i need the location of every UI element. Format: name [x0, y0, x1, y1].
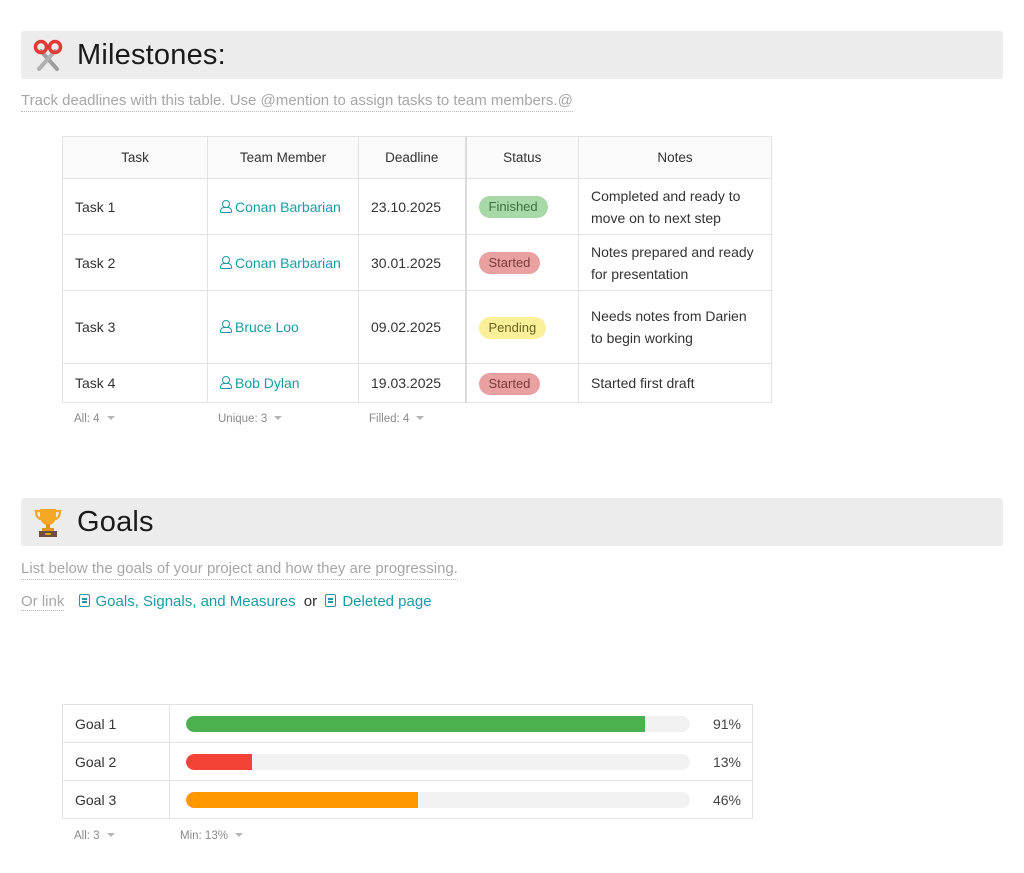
- person-icon: [220, 255, 232, 269]
- milestones-title: Milestones:: [77, 38, 226, 71]
- table-row: Task 4 Bob Dylan 19.03.2025 Started Star…: [62, 363, 772, 403]
- progress-track: [186, 753, 690, 770]
- table-row: Task 1 Conan Barbarian 23.10.2025 Finish…: [62, 178, 772, 235]
- goal-row: Goal 1 91%: [62, 704, 753, 743]
- progress-track: [186, 715, 690, 732]
- notes-cell[interactable]: Started first draft: [578, 363, 772, 403]
- goal-progress-cell[interactable]: 13%: [169, 742, 753, 781]
- milestones-table: Task Team Member Deadline Status Notes T…: [62, 136, 772, 403]
- goal-progress-cell[interactable]: 91%: [169, 704, 753, 743]
- column-header-notes[interactable]: Notes: [578, 136, 772, 179]
- or-link-label[interactable]: Or link: [21, 593, 65, 611]
- goal-name-cell[interactable]: Goal 3: [62, 780, 170, 819]
- link-label: Goals, Signals, and Measures: [95, 593, 296, 610]
- trophy-icon: [33, 506, 63, 538]
- status-cell[interactable]: Started: [464, 363, 579, 403]
- column-header-status[interactable]: Status: [464, 136, 579, 179]
- goals-hint[interactable]: List below the goals of your project and…: [21, 559, 458, 580]
- member-name: Bruce Loo: [235, 319, 299, 335]
- deadline-cell[interactable]: 09.02.2025: [358, 290, 466, 364]
- milestones-hint[interactable]: Track deadlines with this table. Use @me…: [21, 91, 573, 112]
- milestones-header: Milestones:: [21, 31, 1003, 79]
- caret-down-icon: [274, 416, 283, 420]
- summary-member[interactable]: Unique: 3: [218, 413, 283, 425]
- caret-down-icon: [234, 833, 243, 837]
- summary-goal-count[interactable]: All: 3: [74, 830, 115, 842]
- notes-cell[interactable]: Needs notes from Darien to begin working: [578, 290, 772, 364]
- table-row: Task 2 Conan Barbarian 30.01.2025 Starte…: [62, 234, 772, 291]
- goals-title: Goals: [77, 505, 154, 538]
- task-cell[interactable]: Task 1: [62, 178, 208, 235]
- summary-task-label: All: 4: [74, 413, 100, 425]
- summary-deadline-label: Filled: 4: [369, 413, 410, 425]
- person-icon: [220, 320, 232, 333]
- summary-goal-min-label: Min: 13%: [180, 830, 228, 842]
- progress-track: [186, 791, 690, 808]
- member-mention[interactable]: Conan Barbarian: [220, 199, 341, 215]
- document-icon: [325, 594, 337, 607]
- status-badge: Started: [478, 252, 541, 274]
- summary-deadline[interactable]: Filled: 4: [369, 413, 425, 425]
- progress-fill: [186, 715, 645, 732]
- deadline-cell[interactable]: 23.10.2025: [358, 178, 466, 235]
- link-label: Deleted page: [342, 593, 432, 610]
- progress-percent: 13%: [712, 753, 741, 770]
- caret-down-icon: [416, 416, 425, 420]
- member-mention[interactable]: Bruce Loo: [220, 319, 299, 335]
- status-cell[interactable]: Pending: [464, 290, 579, 364]
- notes-cell[interactable]: Notes prepared and ready for presentatio…: [578, 234, 772, 291]
- caret-down-icon: [106, 416, 115, 420]
- member-name: Conan Barbarian: [235, 254, 341, 271]
- person-icon: [220, 376, 232, 389]
- table-header-row: Task Team Member Deadline Status Notes: [62, 136, 772, 179]
- table-row: Task 3 Bruce Loo 09.02.2025 Pending Need…: [62, 290, 772, 364]
- summary-task[interactable]: All: 4: [74, 413, 115, 425]
- caret-down-icon: [106, 833, 115, 837]
- member-cell[interactable]: Conan Barbarian: [207, 234, 359, 291]
- status-badge: Started: [478, 372, 541, 395]
- summary-goal-min[interactable]: Min: 13%: [180, 830, 243, 842]
- status-cell[interactable]: Started: [464, 234, 579, 291]
- member-mention[interactable]: Conan Barbarian: [220, 255, 341, 271]
- goal-progress-cell[interactable]: 46%: [169, 780, 753, 819]
- progress-percent: 91%: [712, 715, 741, 732]
- goal-name-cell[interactable]: Goal 1: [62, 704, 170, 743]
- link-separator: or: [303, 593, 318, 610]
- task-cell[interactable]: Task 3: [62, 290, 208, 364]
- goals-header: Goals: [21, 498, 1003, 546]
- status-cell[interactable]: Finished: [464, 178, 579, 235]
- deleted-page-link[interactable]: Deleted page: [325, 593, 432, 610]
- deadline-cell[interactable]: 19.03.2025: [358, 363, 466, 403]
- member-name: Conan Barbarian: [235, 198, 341, 215]
- member-mention[interactable]: Bob Dylan: [220, 375, 300, 391]
- notes-cell[interactable]: Completed and ready to move on to next s…: [578, 178, 772, 235]
- deadline-cell[interactable]: 30.01.2025: [358, 234, 466, 291]
- document-icon: [78, 594, 90, 607]
- person-icon: [220, 199, 232, 213]
- member-cell[interactable]: Bruce Loo: [207, 290, 359, 364]
- member-cell[interactable]: Bob Dylan: [207, 363, 359, 403]
- status-badge: Finished: [478, 196, 548, 218]
- goal-name-cell[interactable]: Goal 2: [62, 742, 170, 781]
- scissors-icon: [33, 39, 63, 71]
- member-name: Bob Dylan: [235, 375, 300, 391]
- status-badge: Pending: [478, 316, 547, 339]
- column-header-team-member[interactable]: Team Member: [207, 136, 359, 179]
- goals-table: Goal 1 91% Goal 2 13% Goal 3 46%: [62, 704, 753, 819]
- task-cell[interactable]: Task 2: [62, 234, 208, 291]
- progress-percent: 46%: [712, 791, 741, 808]
- summary-goal-count-label: All: 3: [74, 830, 100, 842]
- column-header-task[interactable]: Task: [62, 136, 208, 179]
- goals-links-line: Or link Goals, Signals, and Measures or …: [21, 592, 432, 611]
- progress-fill: [186, 753, 252, 770]
- goals-signals-measures-link[interactable]: Goals, Signals, and Measures: [78, 593, 296, 610]
- progress-fill: [186, 791, 418, 808]
- goal-row: Goal 2 13%: [62, 742, 753, 781]
- goal-row: Goal 3 46%: [62, 780, 753, 819]
- column-header-deadline[interactable]: Deadline: [358, 136, 466, 179]
- task-cell[interactable]: Task 4: [62, 363, 208, 403]
- member-cell[interactable]: Conan Barbarian: [207, 178, 359, 235]
- summary-member-label: Unique: 3: [218, 413, 268, 425]
